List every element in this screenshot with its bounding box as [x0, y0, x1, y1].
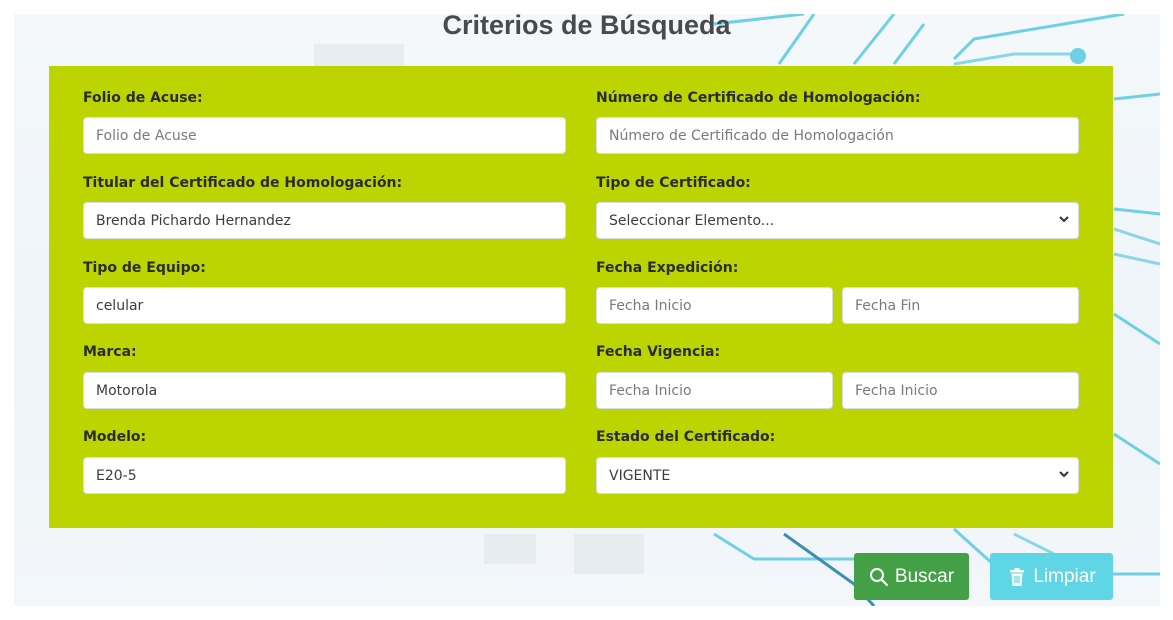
- chevron-down-icon: [1059, 471, 1069, 478]
- search-icon: [869, 567, 889, 586]
- certificate-type-select[interactable]: Seleccionar Elemento...: [596, 202, 1079, 239]
- search-button[interactable]: Buscar: [854, 553, 969, 600]
- issue-date-label: Fecha Expedición:: [596, 260, 739, 276]
- certificate-status-select[interactable]: VIGENTE: [596, 457, 1079, 494]
- folio-input[interactable]: [83, 117, 566, 154]
- certificate-number-label: Número de Certificado de Homologación:: [596, 90, 921, 106]
- clear-button[interactable]: Limpiar: [990, 553, 1113, 600]
- chevron-down-icon: [1059, 216, 1069, 223]
- certificate-status-selected: VIGENTE: [609, 467, 671, 484]
- clear-button-label: Limpiar: [1033, 565, 1096, 587]
- validity-date-start-input[interactable]: [596, 372, 833, 409]
- search-button-label: Buscar: [894, 565, 955, 587]
- issue-date-start-input[interactable]: [596, 287, 833, 324]
- equipment-type-label: Tipo de Equipo:: [83, 260, 206, 276]
- trash-icon: [1010, 567, 1025, 586]
- brand-input[interactable]: [83, 372, 566, 409]
- model-label: Modelo:: [83, 429, 147, 445]
- validity-date-end-input[interactable]: [842, 372, 1079, 409]
- holder-input[interactable]: [83, 202, 566, 239]
- page-title: Criterios de Búsqueda: [442, 10, 731, 40]
- issue-date-end-input[interactable]: [842, 287, 1079, 324]
- validity-date-label: Fecha Vigencia:: [596, 344, 721, 360]
- certificate-number-input[interactable]: [596, 117, 1079, 154]
- certificate-type-selected: Seleccionar Elemento...: [609, 212, 775, 229]
- folio-label: Folio de Acuse:: [83, 90, 203, 106]
- holder-label: Titular del Certificado de Homologación:: [83, 175, 403, 191]
- certificate-type-label: Tipo de Certificado:: [596, 175, 751, 191]
- equipment-type-input[interactable]: [83, 287, 566, 324]
- certificate-status-label: Estado del Certificado:: [596, 429, 776, 445]
- model-input[interactable]: [83, 457, 566, 494]
- brand-label: Marca:: [83, 344, 137, 360]
